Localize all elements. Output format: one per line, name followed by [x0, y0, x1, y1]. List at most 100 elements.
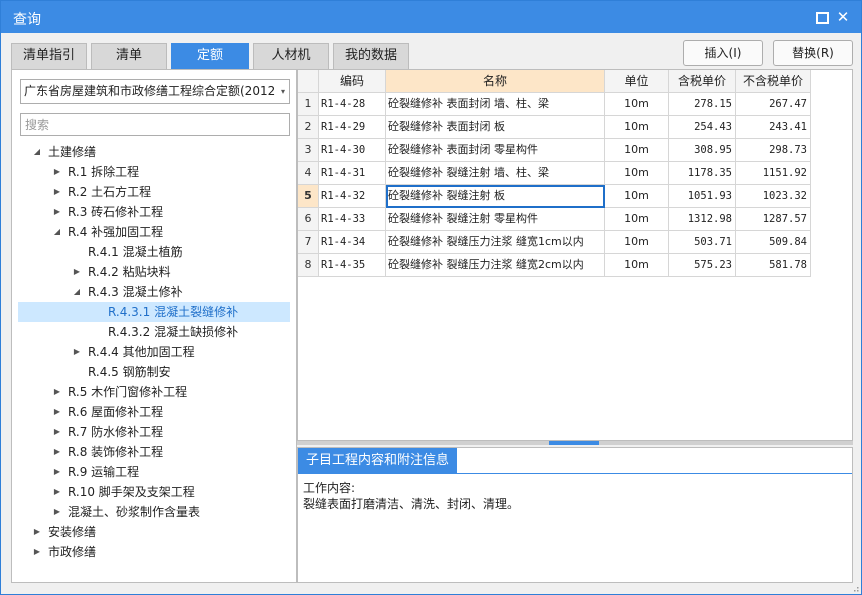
tree-node[interactable]: ▶ R.10 脚手架及支架工程 [18, 482, 290, 502]
column-header-corner[interactable] [298, 70, 319, 93]
maximize-icon[interactable] [813, 9, 829, 25]
tab-quota[interactable]: 定额 [171, 43, 249, 69]
tree-node-label: 土建修缮 [48, 145, 97, 159]
tree-collapsed-icon[interactable]: ▶ [52, 162, 62, 182]
work-content-text: 裂缝表面打磨清洁、清洗、封闭、清理。 [303, 497, 520, 511]
tree-collapsed-icon[interactable]: ▶ [52, 202, 62, 222]
tree-collapsed-icon[interactable]: ▶ [52, 182, 62, 202]
detail-content: 工作内容: 裂缝表面打磨清洁、清洗、封闭、清理。 [303, 480, 519, 512]
tree-node[interactable]: ▶ R.4.4 其他加固工程 [18, 342, 290, 362]
cell-price-tax: 278.15 [669, 93, 736, 116]
cell-name[interactable]: 砼裂缝修补 裂缝压力注浆 缝宽2cm以内 [386, 254, 605, 277]
tab-bill[interactable]: 清单 [91, 43, 167, 69]
tree-node-label: R.9 运输工程 [68, 465, 140, 479]
detail-tab-underline [298, 473, 852, 474]
tree-collapsed-icon[interactable]: ▶ [52, 382, 62, 402]
tree-expanded-icon[interactable]: ◢ [52, 222, 62, 242]
title-bar[interactable]: 查询 ✕ [1, 1, 861, 33]
cell-name[interactable]: 砼裂缝修补 裂缝注射 墙、柱、梁 [386, 162, 605, 185]
row-number: 4 [298, 162, 319, 185]
cell-price-notax: 267.47 [736, 93, 811, 116]
tree-collapsed-icon[interactable]: ▶ [52, 402, 62, 422]
column-header-unit[interactable]: 单位 [605, 70, 669, 93]
row-number: 7 [298, 231, 319, 254]
column-header-price-tax[interactable]: 含税单价 [669, 70, 736, 93]
tree-collapsed-icon[interactable]: ▶ [52, 422, 62, 442]
column-header-code[interactable]: 编码 [319, 70, 386, 93]
tree-node[interactable]: ▶ R.7 防水修补工程 [18, 422, 290, 442]
tree-node[interactable]: ▶ R.1 拆除工程 [18, 162, 290, 182]
column-header-name[interactable]: 名称 [386, 70, 605, 93]
row-number: 2 [298, 116, 319, 139]
tree-node-label: R.4.2 粘贴块料 [88, 265, 171, 279]
tree-node[interactable]: ▶ R.2 土石方工程 [18, 182, 290, 202]
cell-name[interactable]: 砼裂缝修补 表面封闭 零星构件 [386, 139, 605, 162]
cell-price-notax: 243.41 [736, 116, 811, 139]
cell-price-tax: 308.95 [669, 139, 736, 162]
tree-collapsed-icon[interactable]: ▶ [52, 462, 62, 482]
column-header-price-notax[interactable]: 不含税单价 [736, 70, 811, 93]
splitter-handle[interactable] [549, 441, 599, 445]
tree-node-label: R.4.3.2 混凝土缺损修补 [108, 325, 239, 339]
tree-node[interactable]: ▶ R.3 砖石修补工程 [18, 202, 290, 222]
cell-unit: 10m [605, 185, 669, 208]
tree-node[interactable]: ◢ 土建修缮 [18, 142, 290, 162]
cell-name[interactable]: 砼裂缝修补 表面封闭 墙、柱、梁 [386, 93, 605, 116]
tree-node[interactable]: ◢ R.4.3 混凝土修补 [18, 282, 290, 302]
tree-node[interactable]: ▶ 安装修缮 [18, 522, 290, 542]
tree-node-label: R.7 防水修补工程 [68, 425, 164, 439]
tree-node[interactable]: ▶ R.5 木作门窗修补工程 [18, 382, 290, 402]
cell-price-notax: 298.73 [736, 139, 811, 162]
tree-expanded-icon[interactable]: ◢ [72, 282, 82, 302]
query-dialog: 查询 ✕ 清单指引 清单 定额 人材机 我的数据 插入(I) 替换(R) 广东省… [0, 0, 862, 595]
tab-my-data[interactable]: 我的数据 [333, 43, 409, 69]
tree-node[interactable]: R.4.3.1 混凝土裂缝修补 [18, 302, 290, 322]
cell-unit: 10m [605, 139, 669, 162]
cell-code: R1-4-31 [319, 162, 386, 185]
close-icon[interactable]: ✕ [835, 9, 851, 25]
pane-splitter[interactable] [297, 441, 853, 445]
tree-node[interactable]: ▶ R.8 装饰修补工程 [18, 442, 290, 462]
tree-node[interactable]: ◢ R.4 补强加固工程 [18, 222, 290, 242]
tree-node[interactable]: ▶ 混凝土、砂浆制作含量表 [18, 502, 290, 522]
cell-name[interactable]: 砼裂缝修补 裂缝注射 零星构件 [386, 208, 605, 231]
tree-node-label: R.1 拆除工程 [68, 165, 140, 179]
tree-collapsed-icon[interactable]: ▶ [32, 522, 42, 542]
tree-node[interactable]: ▶ R.4.2 粘贴块料 [18, 262, 290, 282]
detail-tab[interactable]: 子目工程内容和附注信息 [298, 448, 458, 473]
resize-grip-icon[interactable] [851, 584, 859, 592]
tree-node[interactable]: ▶ 市政修缮 [18, 542, 290, 562]
replace-button[interactable]: 替换(R) [773, 40, 853, 66]
tree-node[interactable]: ▶ R.6 屋面修补工程 [18, 402, 290, 422]
cell-price-tax: 1051.93 [669, 185, 736, 208]
quota-book-select[interactable]: 广东省房屋建筑和市政修缮工程综合定额(2012 ▾ [20, 79, 290, 104]
tree-node[interactable]: R.4.5 钢筋制安 [18, 362, 290, 382]
insert-button[interactable]: 插入(I) [683, 40, 763, 66]
tree-node-label: R.10 脚手架及支架工程 [68, 485, 195, 499]
quota-book-value: 广东省房屋建筑和市政修缮工程综合定额(2012 [24, 84, 276, 98]
tab-bill-guide[interactable]: 清单指引 [11, 43, 87, 69]
tree-collapsed-icon[interactable]: ▶ [52, 442, 62, 462]
cell-name[interactable]: 砼裂缝修补 裂缝压力注浆 缝宽1cm以内 [386, 231, 605, 254]
tree-collapsed-icon[interactable]: ▶ [52, 482, 62, 502]
tree-expanded-icon[interactable]: ◢ [32, 142, 42, 162]
tab-materials[interactable]: 人材机 [253, 43, 329, 69]
window-title: 查询 [13, 12, 41, 28]
tree-node-label: R.2 土石方工程 [68, 185, 152, 199]
tree-node[interactable]: R.4.3.2 混凝土缺损修补 [18, 322, 290, 342]
tree-collapsed-icon[interactable]: ▶ [72, 342, 82, 362]
cell-name[interactable]: 砼裂缝修补 裂缝注射 板 [386, 185, 605, 208]
tree-node[interactable]: ▶ R.9 运输工程 [18, 462, 290, 482]
search-input[interactable] [20, 113, 290, 136]
cell-price-notax: 509.84 [736, 231, 811, 254]
tree-collapsed-icon[interactable]: ▶ [32, 542, 42, 562]
chevron-down-icon: ▾ [280, 87, 285, 96]
tree-collapsed-icon[interactable]: ▶ [52, 502, 62, 522]
cell-name[interactable]: 砼裂缝修补 表面封闭 板 [386, 116, 605, 139]
quota-tree-pane: 广东省房屋建筑和市政修缮工程综合定额(2012 ▾ ◢ 土建修缮 ▶ R.1 拆除工程… [11, 69, 297, 583]
tree-node-label: R.4 补强加固工程 [68, 225, 164, 239]
tree-node[interactable]: R.4.1 混凝土植筋 [18, 242, 290, 262]
tree-collapsed-icon[interactable]: ▶ [72, 262, 82, 282]
tree-node-label: R.4.5 钢筋制安 [88, 365, 171, 379]
tree-node-label: 安装修缮 [48, 525, 97, 539]
